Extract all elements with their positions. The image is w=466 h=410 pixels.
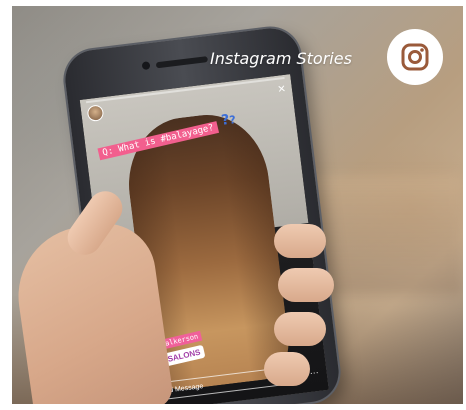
instagram-icon [401,43,429,71]
instagram-badge [387,29,443,85]
close-icon[interactable]: ✕ [277,84,287,96]
more-icon[interactable]: ··· [309,367,319,378]
avatar[interactable] [86,104,105,123]
front-camera [141,61,151,71]
finger-2 [278,268,334,302]
speaker-grille [155,56,209,69]
question-marks-decoration: ?? [220,111,237,129]
finger-1 [274,224,326,258]
finger-4 [264,352,310,386]
finger-3 [274,312,326,346]
instagram-stories-caption: Instagram Stories [210,49,352,68]
